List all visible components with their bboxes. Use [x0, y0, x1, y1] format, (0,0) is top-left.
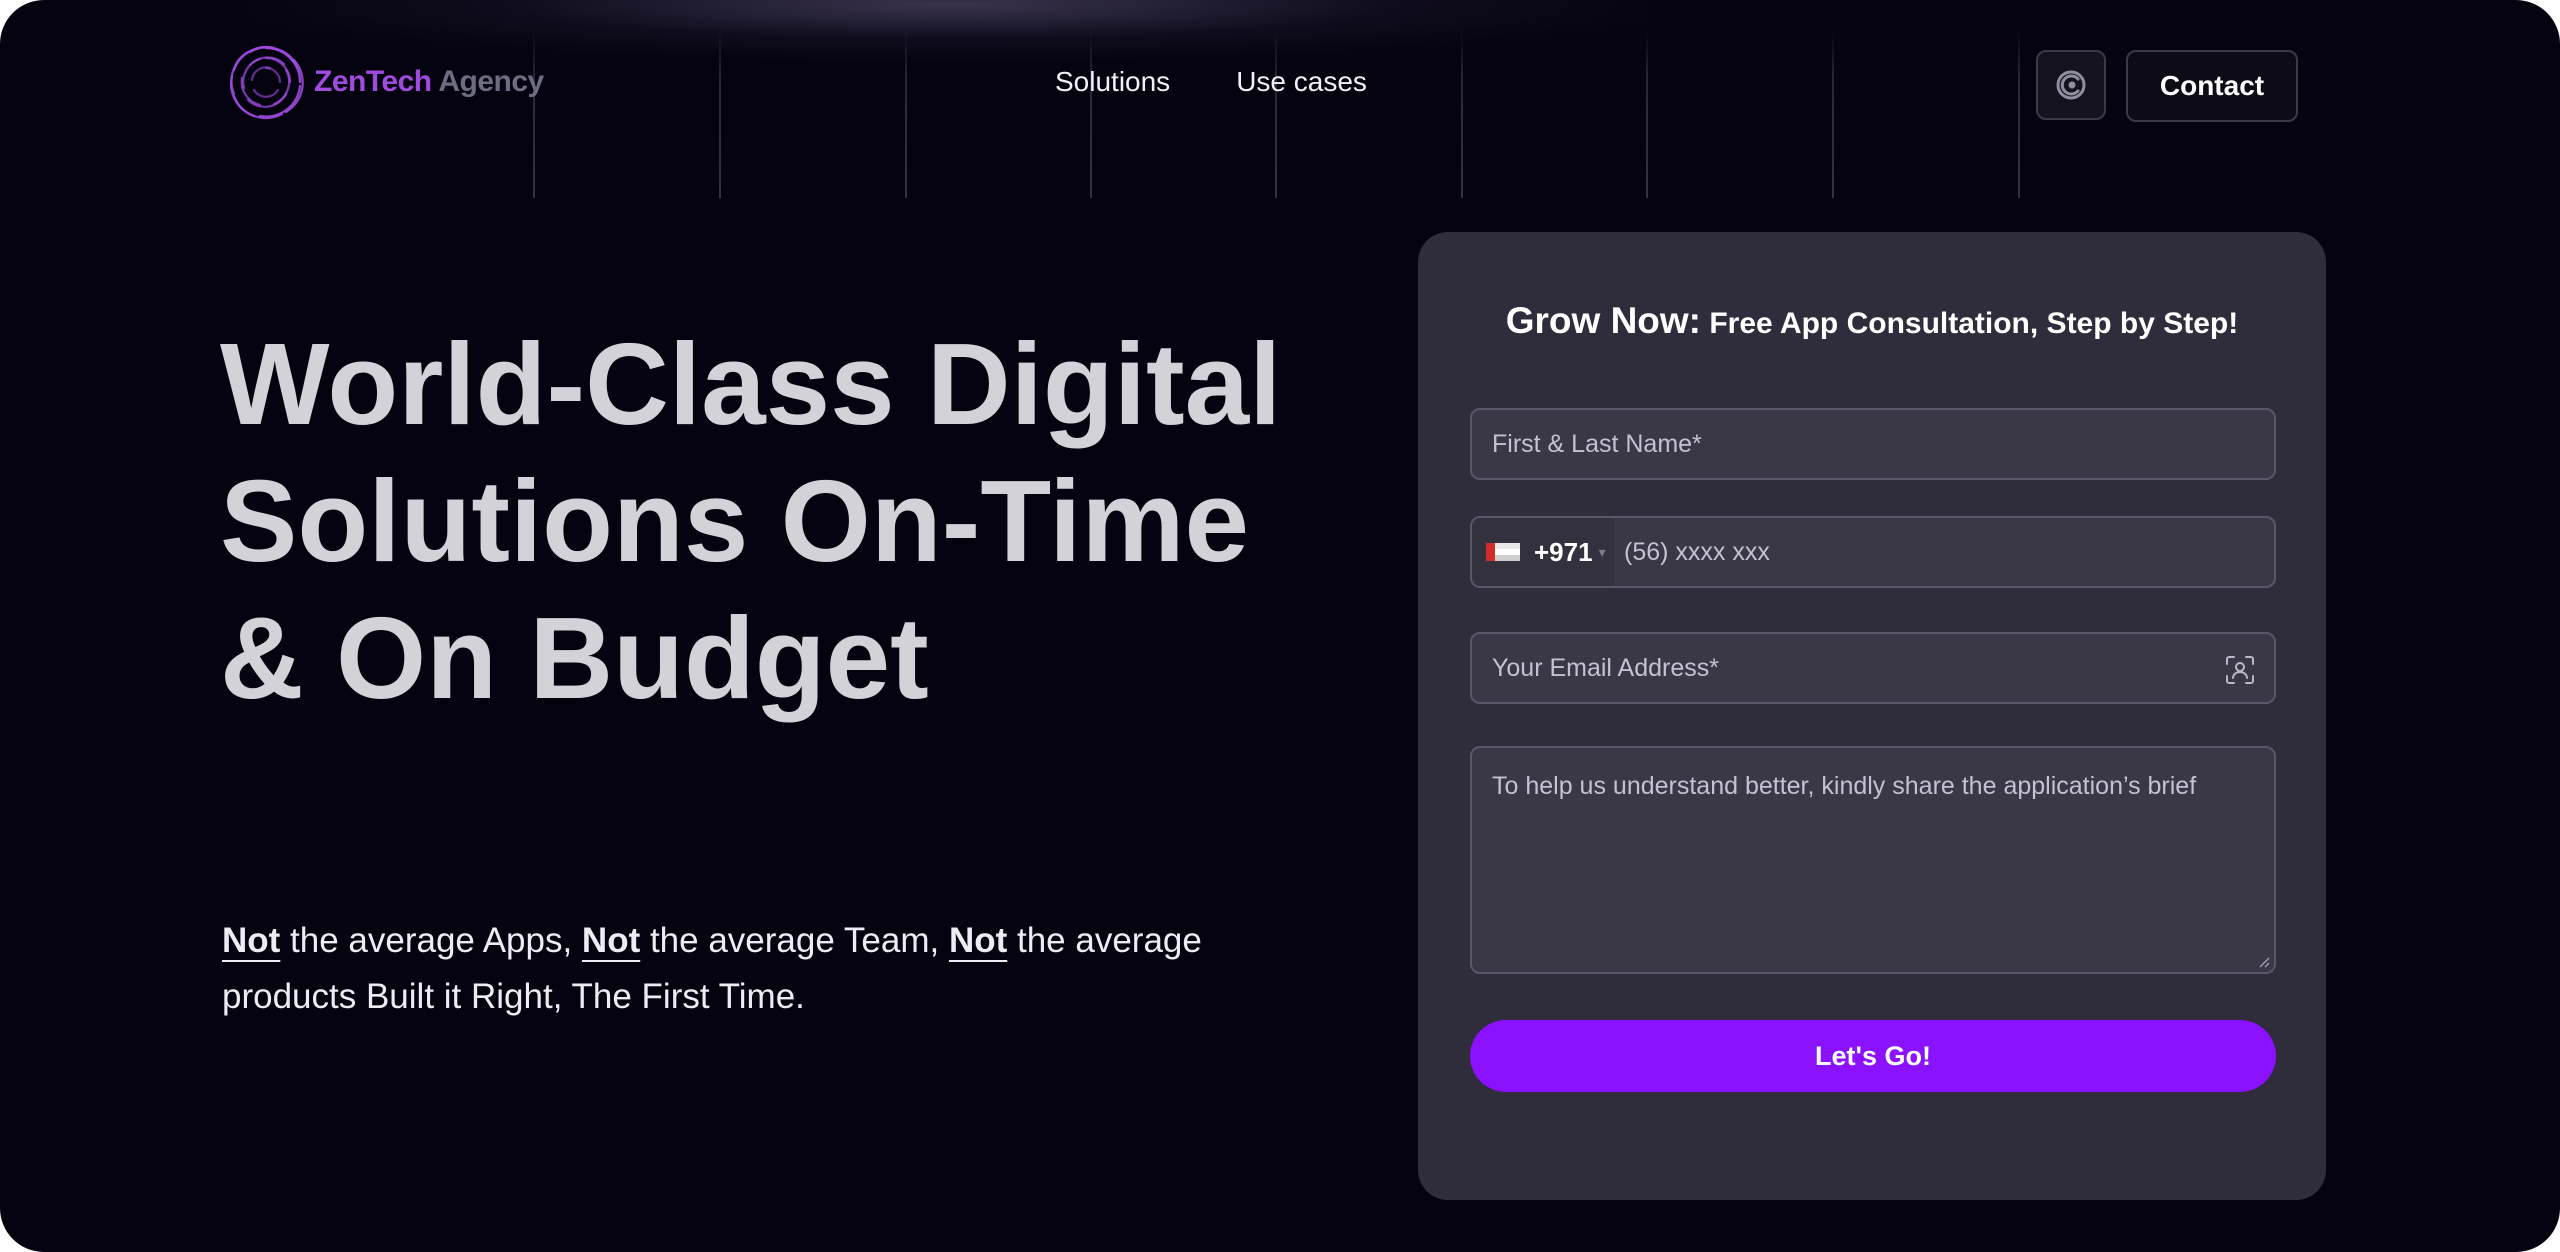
- grid-line: [1832, 30, 1834, 198]
- country-code-select[interactable]: +971 ▾: [1472, 518, 1614, 586]
- grid-line: [1646, 30, 1648, 198]
- emphasis-not: Not: [222, 921, 281, 960]
- form-title: Grow Now: Free App Consultation, Step by…: [1418, 300, 2326, 342]
- brand-name-part1: ZenTech: [314, 65, 432, 98]
- emphasis-not: Not: [948, 921, 1008, 960]
- phone-placeholder: (56) xxxx xxx: [1624, 537, 1770, 566]
- grid-line: [905, 30, 907, 198]
- theme-toggle-icon: [2056, 70, 2086, 100]
- name-input[interactable]: First & Last Name*: [1470, 408, 2276, 480]
- grid-line: [1090, 30, 1092, 198]
- spiral-logo-icon: [230, 46, 304, 120]
- brief-placeholder: To help us understand better, kindly sha…: [1492, 772, 2197, 800]
- emphasis-not: Not: [581, 921, 641, 960]
- nav-item-solutions[interactable]: Solutions: [1055, 66, 1170, 98]
- form-title-rest: Free App Consultation, Step by Step!: [1701, 307, 2239, 340]
- country-code: +971: [1534, 536, 1593, 567]
- grid-line: [2018, 30, 2020, 198]
- grid-line: [719, 30, 721, 198]
- main-nav: Solutions Use cases: [1055, 66, 1367, 98]
- hero-subtitle: Not the average Apps, Not the average Te…: [222, 913, 1262, 1025]
- consultation-form-card: Grow Now: Free App Consultation, Step by…: [1418, 232, 2326, 1200]
- grid-line: [1461, 30, 1463, 198]
- hero-title: World-Class Digital Solutions On-Time & …: [220, 319, 1282, 723]
- subtitle-part1: the average Apps,: [280, 921, 582, 960]
- brand-name: ZenTech Agency: [314, 65, 544, 99]
- name-placeholder: First & Last Name*: [1492, 429, 1702, 458]
- theme-toggle-button[interactable]: [2036, 50, 2106, 120]
- grid-line: [1275, 30, 1277, 198]
- form-title-bold: Grow Now:: [1505, 300, 1701, 341]
- brand-logo-link[interactable]: ZenTech Agency: [224, 40, 544, 124]
- subtitle-part2: the average Team,: [640, 921, 949, 960]
- submit-button[interactable]: Let's Go!: [1470, 1020, 2276, 1092]
- brief-textarea[interactable]: To help us understand better, kindly sha…: [1470, 746, 2276, 974]
- uae-flag-icon: [1486, 543, 1520, 561]
- chevron-down-icon: ▾: [1598, 543, 1606, 560]
- page-frame: ZenTech Agency Solutions Use cases Conta…: [0, 0, 2560, 1252]
- nav-item-use-cases[interactable]: Use cases: [1236, 66, 1367, 98]
- email-input[interactable]: Your Email Address*: [1470, 632, 2276, 704]
- contact-card-icon[interactable]: [2224, 654, 2256, 686]
- email-placeholder: Your Email Address*: [1492, 653, 1719, 682]
- brand-name-part2: Agency: [438, 65, 544, 98]
- contact-button[interactable]: Contact: [2126, 50, 2298, 122]
- resize-handle-icon[interactable]: [2256, 954, 2270, 968]
- phone-input[interactable]: +971 ▾ (56) xxxx xxx: [1470, 516, 2276, 588]
